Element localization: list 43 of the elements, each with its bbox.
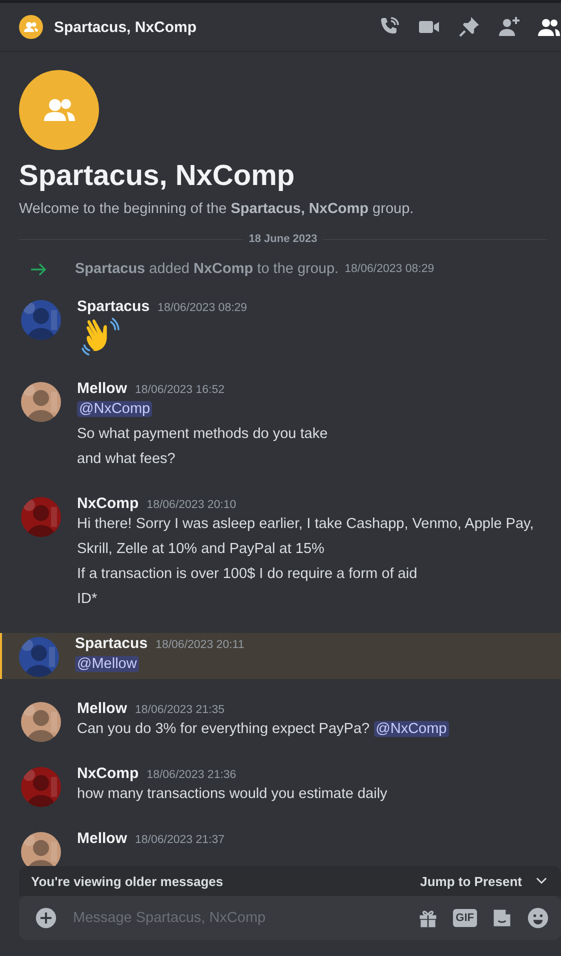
message-input[interactable]: Message Spartacus, NxComp GIF xyxy=(19,896,561,940)
emoji-icon[interactable] xyxy=(527,907,549,929)
gif-button[interactable]: GIF xyxy=(452,909,477,927)
message-text: Can you do 3% for everything expect PayPa? xyxy=(77,721,371,737)
timestamp: 18/06/2023 08:29 xyxy=(158,302,248,314)
group-icon xyxy=(19,15,43,39)
message-text: how many transactions would you estimate daily xyxy=(77,786,388,802)
author-name[interactable]: Mellow xyxy=(77,700,128,717)
mention-link[interactable]: @NxComp xyxy=(77,401,152,417)
timestamp: 18/06/2023 20:11 xyxy=(156,639,244,651)
author-name[interactable]: Mellow xyxy=(77,380,128,397)
author-name[interactable]: Spartacus xyxy=(77,298,150,315)
message-text: If a transaction is over 100$ I do require a form of aid xyxy=(77,566,418,582)
mention-link[interactable]: @Mellow xyxy=(75,656,139,672)
mention-link[interactable]: @NxComp xyxy=(374,721,449,737)
group-title: Spartacus, NxComp xyxy=(19,160,296,193)
add-user-icon[interactable] xyxy=(497,15,521,39)
author-name[interactable]: Mellow xyxy=(77,830,128,847)
message-text: Hi there! Sorry I was asleep earlier, I take Cashapp, Venmo, Apple Pay, Skrill, Zelle at 10% and PayPal at 15% xyxy=(77,516,534,557)
author-name[interactable]: NxComp xyxy=(77,765,139,782)
timestamp: 18/06/2023 08:29 xyxy=(344,263,434,275)
timestamp: 18/06/2023 21:36 xyxy=(146,769,236,781)
sticker-icon[interactable] xyxy=(491,907,513,929)
jump-to-present-link[interactable]: Jump to Present xyxy=(420,874,522,888)
timestamp: 18/06/2023 21:35 xyxy=(135,704,225,716)
channel-title: Spartacus, NxComp xyxy=(54,18,197,36)
welcome-text: Welcome to the beginning of the Spartacus, NxComp group. xyxy=(19,201,415,217)
system-message: Spartacus added NxComp to the group. xyxy=(75,261,339,277)
date-divider: 18 June 2023 xyxy=(248,233,318,245)
timestamp: 18/06/2023 21:37 xyxy=(135,834,225,846)
pin-icon[interactable] xyxy=(457,15,481,39)
author-name[interactable]: Spartacus xyxy=(75,635,148,652)
timestamp: 18/06/2023 16:52 xyxy=(135,384,225,396)
plus-icon[interactable] xyxy=(35,907,57,929)
author-name[interactable]: NxComp xyxy=(77,495,139,512)
message-text: So what payment methods do you take xyxy=(77,426,328,442)
message-text: ID* xyxy=(77,591,98,607)
chevron-down-icon[interactable] xyxy=(536,877,547,885)
message-text: and what fees? xyxy=(77,451,176,467)
arrow-icon xyxy=(30,262,47,276)
timestamp: 18/06/2023 20:10 xyxy=(146,499,236,511)
group-icon xyxy=(19,70,99,150)
banner-text: You're viewing older messages xyxy=(31,874,224,888)
